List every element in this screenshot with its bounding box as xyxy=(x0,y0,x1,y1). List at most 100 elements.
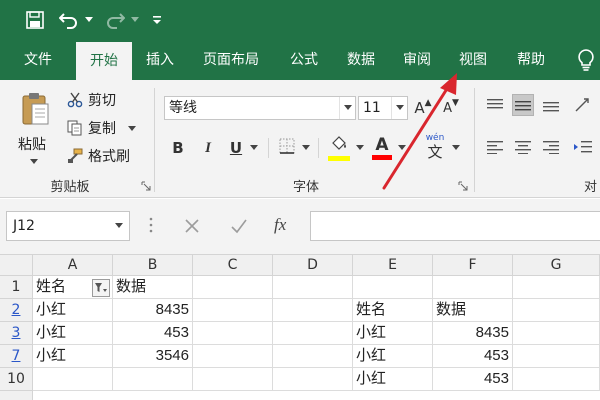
phonetic-dropdown[interactable] xyxy=(450,136,462,160)
enter-icon[interactable] xyxy=(230,218,248,238)
cell-d10[interactable] xyxy=(273,368,353,391)
cell-c2[interactable] xyxy=(193,299,273,322)
cell-a3[interactable]: 小红 xyxy=(33,322,113,345)
filter-dropdown-button[interactable] xyxy=(92,279,110,297)
cell-c7[interactable] xyxy=(193,345,273,368)
tab-home[interactable]: 开始 xyxy=(76,42,132,80)
vertical-dots-icon[interactable] xyxy=(149,217,153,237)
italic-button[interactable]: I xyxy=(198,136,218,160)
tab-file[interactable]: 文件 xyxy=(10,40,66,80)
fill-color-dropdown[interactable] xyxy=(354,136,366,160)
copy-button[interactable]: 复制 xyxy=(66,118,136,138)
orientation-button[interactable] xyxy=(572,94,594,116)
cell-b2[interactable]: 8435 xyxy=(113,299,193,322)
tab-formulas[interactable]: 公式 xyxy=(280,40,328,80)
select-all-corner[interactable] xyxy=(0,255,33,276)
align-bottom-button[interactable] xyxy=(540,94,562,116)
cell-e7[interactable]: 小红 xyxy=(353,345,433,368)
align-left-button[interactable] xyxy=(484,136,506,158)
column-header-g[interactable]: G xyxy=(513,255,600,276)
tab-view[interactable]: 视图 xyxy=(448,40,498,80)
format-painter-button[interactable]: 格式刷 xyxy=(66,146,130,166)
tab-data[interactable]: 数据 xyxy=(336,40,386,80)
align-middle-button[interactable] xyxy=(512,94,534,116)
row-header[interactable]: 1 xyxy=(0,276,33,299)
row-header[interactable]: 2 xyxy=(0,299,33,322)
cell-b1[interactable]: 数据 xyxy=(113,276,193,299)
cell-d3[interactable] xyxy=(273,322,353,345)
formula-input[interactable] xyxy=(310,211,600,241)
chevron-down-icon[interactable] xyxy=(128,120,136,136)
chevron-down-icon[interactable] xyxy=(391,97,407,119)
cell-b7[interactable]: 3546 xyxy=(113,345,193,368)
fill-color-button[interactable] xyxy=(326,134,352,162)
chevron-down-icon[interactable] xyxy=(115,212,123,240)
row-header[interactable]: 7 xyxy=(0,345,33,368)
font-color-button[interactable]: A xyxy=(370,132,394,162)
save-icon[interactable] xyxy=(24,8,46,32)
cell-e1[interactable] xyxy=(353,276,433,299)
phonetic-guide-button[interactable]: wén 文 xyxy=(420,130,450,164)
cell-f7[interactable]: 453 xyxy=(433,345,513,368)
cell-c10[interactable] xyxy=(193,368,273,391)
borders-button[interactable] xyxy=(276,136,298,160)
align-right-button[interactable] xyxy=(540,136,562,158)
chevron-down-icon[interactable] xyxy=(339,97,355,119)
column-header-c[interactable]: C xyxy=(193,255,273,276)
cell-g1[interactable] xyxy=(513,276,600,299)
cell-f3[interactable]: 8435 xyxy=(433,322,513,345)
cell-f1[interactable] xyxy=(433,276,513,299)
cell-b10[interactable] xyxy=(113,368,193,391)
cancel-icon[interactable] xyxy=(184,218,200,238)
cell-g7[interactable] xyxy=(513,345,600,368)
align-center-button[interactable] xyxy=(512,136,534,158)
cell-d1[interactable] xyxy=(273,276,353,299)
undo-icon[interactable] xyxy=(58,8,80,32)
name-box[interactable]: J12 xyxy=(6,211,130,241)
align-top-button[interactable] xyxy=(484,94,506,116)
cell-f2[interactable]: 数据 xyxy=(433,299,513,322)
row-header[interactable]: 10 xyxy=(0,368,33,391)
font-size-select[interactable]: 11 xyxy=(358,96,408,120)
cell-a2[interactable]: 小红 xyxy=(33,299,113,322)
cell-g2[interactable] xyxy=(513,299,600,322)
column-header-a[interactable]: A xyxy=(33,255,113,276)
column-header-e[interactable]: E xyxy=(353,255,433,276)
dialog-launcher-icon[interactable] xyxy=(458,180,468,191)
cell-f10[interactable]: 453 xyxy=(433,368,513,391)
cell-c1[interactable] xyxy=(193,276,273,299)
underline-dropdown[interactable] xyxy=(248,136,260,160)
cell-g3[interactable] xyxy=(513,322,600,345)
column-header-d[interactable]: D xyxy=(273,255,353,276)
tab-help[interactable]: 帮助 xyxy=(506,40,556,80)
undo-dropdown-icon[interactable] xyxy=(84,8,94,32)
cell-c3[interactable] xyxy=(193,322,273,345)
cell-e10[interactable]: 小红 xyxy=(353,368,433,391)
customize-icon[interactable] xyxy=(150,8,164,32)
underline-button[interactable]: U xyxy=(226,136,246,160)
indent-button[interactable] xyxy=(572,136,594,158)
tab-review[interactable]: 审阅 xyxy=(392,40,442,80)
column-header-b[interactable]: B xyxy=(113,255,193,276)
increase-font-size-button[interactable]: A ▲ xyxy=(412,96,434,120)
bold-button[interactable]: B xyxy=(168,136,188,160)
font-name-select[interactable]: 等线 xyxy=(164,96,356,120)
paste-button[interactable]: 粘贴 xyxy=(10,86,60,170)
tab-insert[interactable]: 插入 xyxy=(134,40,186,80)
tab-page-layout[interactable]: 页面布局 xyxy=(192,40,270,80)
cell-b3[interactable]: 453 xyxy=(113,322,193,345)
cell-g10[interactable] xyxy=(513,368,600,391)
cell-a7[interactable]: 小红 xyxy=(33,345,113,368)
row-header[interactable] xyxy=(0,391,33,400)
borders-dropdown[interactable] xyxy=(300,136,312,160)
cell-d7[interactable] xyxy=(273,345,353,368)
decrease-font-size-button[interactable]: A ▼ xyxy=(440,96,462,120)
row-header[interactable]: 3 xyxy=(0,322,33,345)
cut-button[interactable]: 剪切 xyxy=(66,90,116,110)
font-color-dropdown[interactable] xyxy=(396,136,408,160)
cell-d2[interactable] xyxy=(273,299,353,322)
column-header-f[interactable]: F xyxy=(433,255,513,276)
cell-e3[interactable]: 小红 xyxy=(353,322,433,345)
cell-a10[interactable] xyxy=(33,368,113,391)
insert-function-icon[interactable]: fx xyxy=(274,215,286,235)
